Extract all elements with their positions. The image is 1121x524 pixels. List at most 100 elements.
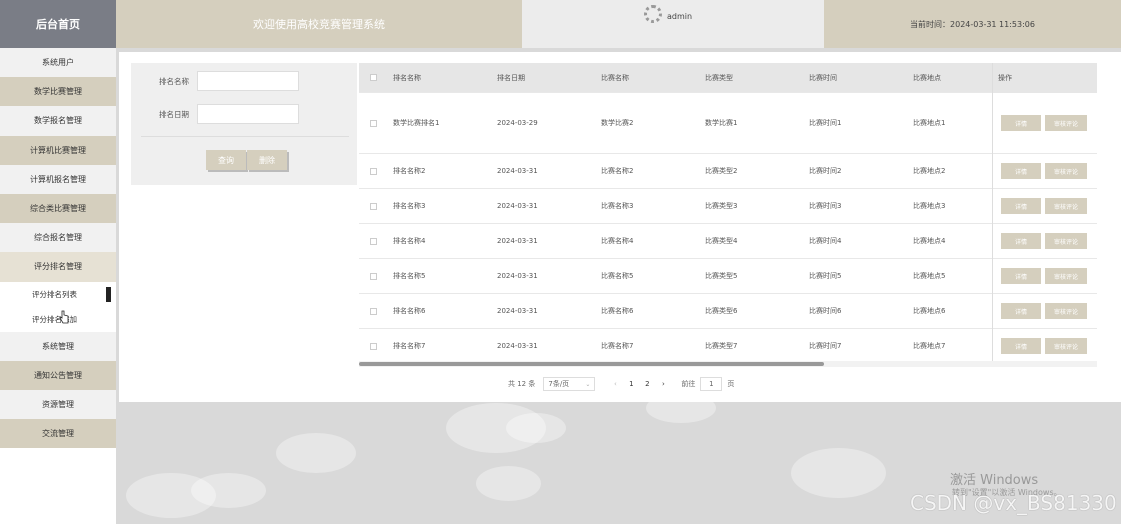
prev-page-button[interactable]: ‹ [607, 380, 623, 388]
table-row: 排名名称6 2024-03-31 比赛名称6 比赛类型6 比赛时间6 比赛地点6 [359, 294, 1097, 329]
page-size-select[interactable]: 7条/页 ⌄ [543, 377, 596, 391]
table-row: 排名名称4 2024-03-31 比赛名称4 比赛类型4 比赛时间4 比赛地点4 [359, 224, 1097, 259]
top-header: 后台首页 欢迎使用高校竞赛管理系统 admin 当前时间：2024-03-31 … [0, 0, 1121, 48]
row-checkbox[interactable] [370, 237, 377, 245]
cell-rank-name: 排名名称7 [393, 342, 426, 350]
table-row: 排名名称5 2024-03-31 比赛名称5 比赛类型5 比赛时间5 比赛地点5 [359, 259, 1097, 294]
pagination: 共 12 条 7条/页 ⌄ ‹ 1 2 › 前往 1 页 [508, 377, 734, 391]
activate-windows-title: 激活 Windows [950, 473, 1039, 488]
cell-contest-name: 比赛名称7 [601, 342, 634, 350]
cell-rank-name: 数学比赛排名1 [393, 119, 440, 127]
detail-button[interactable]: 详情 [1001, 338, 1041, 354]
rank-name-input[interactable] [197, 71, 299, 91]
home-logo[interactable]: 后台首页 [0, 0, 116, 48]
sidebar-item-general-contest[interactable]: 综合类比赛管理 [0, 193, 116, 224]
detail-button[interactable]: 详情 [1001, 268, 1041, 284]
cell-contest-name: 比赛名称4 [601, 237, 634, 245]
cell-contest-place: 比赛地点1 [913, 119, 946, 127]
sidebar-item-users[interactable]: 系统用户 [0, 48, 116, 78]
col-contest-type: 比赛类型 [705, 73, 733, 82]
sidebar-subitem-ranking-add[interactable]: 评分排名添加 [0, 306, 116, 332]
ranking-table: 排名名称 排名日期 比赛名称 比赛类型 比赛时间 比赛地点 数学比赛排名1 20… [359, 63, 1097, 363]
cell-contest-type: 比赛类型2 [705, 167, 738, 175]
review-button[interactable]: 审核评论 [1045, 198, 1087, 214]
divider [141, 136, 349, 137]
detail-button[interactable]: 详情 [1001, 115, 1041, 131]
cell-contest-place: 比赛地点2 [913, 167, 946, 175]
csdn-watermark: CSDN @vx_BS81330 [910, 491, 1117, 515]
cell-rank-date: 2024-03-31 [497, 167, 538, 175]
row-checkbox[interactable] [370, 307, 377, 315]
cell-contest-type: 比赛类型3 [705, 202, 738, 210]
cell-contest-time: 比赛时间6 [809, 307, 842, 315]
sidebar-item-resource[interactable]: 资源管理 [0, 389, 116, 420]
review-button[interactable]: 审核评论 [1045, 338, 1087, 354]
review-button[interactable]: 审核评论 [1045, 163, 1087, 179]
cell-rank-date: 2024-03-31 [497, 202, 538, 210]
page-1-button[interactable]: 1 [623, 380, 639, 388]
total-count: 共 12 条 [508, 380, 536, 388]
select-all-checkbox[interactable] [370, 74, 377, 81]
cell-rank-date: 2024-03-29 [497, 119, 538, 127]
page-size-value: 7条/页 [548, 380, 570, 388]
cell-contest-time: 比赛时间1 [809, 119, 842, 127]
operation-column: 操作 详情 审核评论 详情 审核评论 详情 审核评论 详情 审核评论 详情 审核… [992, 63, 1097, 363]
goto-page-input[interactable]: 1 [700, 377, 723, 391]
review-button[interactable]: 审核评论 [1045, 268, 1087, 284]
cell-rank-date: 2024-03-31 [497, 307, 538, 315]
detail-button[interactable]: 详情 [1001, 233, 1041, 249]
sidebar-item-notice[interactable]: 通知公告管理 [0, 360, 116, 390]
cell-rank-date: 2024-03-31 [497, 272, 538, 280]
review-button[interactable]: 审核评论 [1045, 303, 1087, 319]
next-page-button[interactable]: › [655, 380, 671, 388]
review-button[interactable]: 审核评论 [1045, 115, 1087, 131]
page-2-button[interactable]: 2 [639, 380, 655, 388]
col-contest-time: 比赛时间 [809, 73, 837, 82]
row-checkbox[interactable] [370, 202, 377, 210]
sidebar: 系统用户 数学比赛管理 数学报名管理 计算机比赛管理 计算机报名管理 综合类比赛… [0, 48, 116, 524]
table-header: 排名名称 排名日期 比赛名称 比赛类型 比赛时间 比赛地点 [359, 63, 1097, 93]
sidebar-item-math-contest[interactable]: 数学比赛管理 [0, 77, 116, 107]
detail-button[interactable]: 详情 [1001, 198, 1041, 214]
cell-rank-date: 2024-03-31 [497, 342, 538, 350]
detail-button[interactable]: 详情 [1001, 163, 1041, 179]
horizontal-scrollbar[interactable] [359, 362, 824, 366]
cell-contest-time: 比赛时间4 [809, 237, 842, 245]
rank-date-input[interactable] [197, 104, 299, 124]
cell-contest-time: 比赛时间3 [809, 202, 842, 210]
cell-contest-place: 比赛地点6 [913, 307, 946, 315]
cell-contest-place: 比赛地点3 [913, 202, 946, 210]
col-contest-place: 比赛地点 [913, 73, 941, 82]
review-button[interactable]: 审核评论 [1045, 233, 1087, 249]
sidebar-item-math-signup[interactable]: 数学报名管理 [0, 106, 116, 136]
detail-button[interactable]: 详情 [1001, 303, 1041, 319]
system-title: 欢迎使用高校竞赛管理系统 [116, 0, 522, 48]
cell-rank-name: 排名名称3 [393, 202, 426, 210]
row-checkbox[interactable] [370, 342, 377, 350]
delete-button[interactable]: 删除 [247, 150, 287, 170]
sidebar-item-forum[interactable]: 交流管理 [0, 419, 116, 449]
row-checkbox[interactable] [370, 119, 377, 127]
row-checkbox[interactable] [370, 167, 377, 175]
user-info[interactable]: admin [522, 0, 824, 48]
sidebar-item-general-signup[interactable]: 综合报名管理 [0, 223, 116, 253]
cell-rank-name: 排名名称5 [393, 272, 426, 280]
row-checkbox[interactable] [370, 272, 377, 280]
search-form: 排名名称 排名日期 查询 删除 [131, 63, 357, 185]
cell-contest-type: 比赛类型7 [705, 342, 738, 350]
col-operation: 操作 [993, 63, 1097, 93]
cell-contest-name: 数学比赛2 [601, 119, 634, 127]
query-button[interactable]: 查询 [206, 150, 246, 170]
sidebar-item-cs-contest[interactable]: 计算机比赛管理 [0, 135, 116, 165]
username[interactable]: admin [667, 12, 692, 21]
sidebar-item-ranking[interactable]: 评分排名管理 [0, 252, 116, 282]
cell-contest-name: 比赛名称3 [601, 202, 634, 210]
sidebar-item-cs-signup[interactable]: 计算机报名管理 [0, 164, 116, 194]
rank-date-label: 排名日期 [159, 110, 189, 119]
sidebar-subitem-ranking-list[interactable]: 评分排名列表 [0, 281, 116, 307]
cell-contest-type: 比赛类型5 [705, 272, 738, 280]
cell-contest-time: 比赛时间7 [809, 342, 842, 350]
cell-contest-place: 比赛地点4 [913, 237, 946, 245]
sidebar-item-system[interactable]: 系统管理 [0, 331, 116, 361]
cell-rank-date: 2024-03-31 [497, 237, 538, 245]
